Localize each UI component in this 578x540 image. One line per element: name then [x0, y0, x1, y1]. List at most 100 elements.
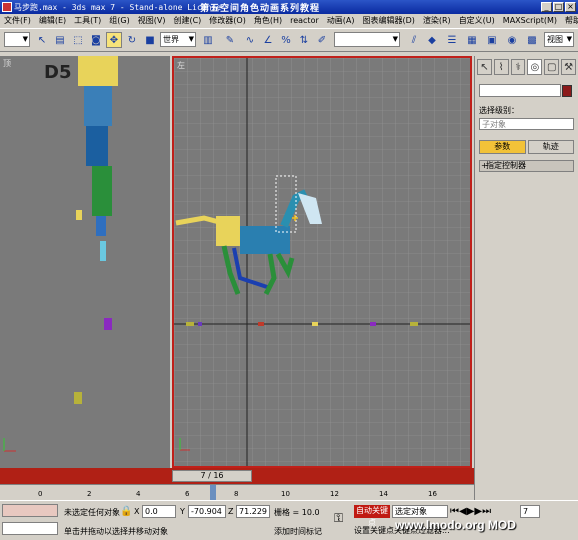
- auto-key-button[interactable]: 自动关键点: [354, 505, 390, 527]
- create-tab-icon[interactable]: ↖: [477, 59, 492, 75]
- maxscript-output-field[interactable]: [2, 522, 58, 535]
- tick-label: 16: [428, 490, 437, 498]
- y-label: Y: [180, 507, 185, 516]
- main-toolbar: ↖ ▤ ⬚ ◙ ✥ ↻ ■ 世界 ▥ ✎ ∿ ∠ % ⇅ ✐ ⫽ ◆ ☰ ▦ ▣…: [0, 28, 578, 52]
- track-marker-5: [370, 322, 376, 326]
- menu-graph-editors[interactable]: 图表编辑器(D): [358, 15, 418, 26]
- menu-help[interactable]: 帮助(H): [561, 15, 578, 26]
- top-bone-leg: [96, 216, 106, 236]
- select-move-icon[interactable]: ✥: [106, 32, 122, 48]
- playback-controls-icon[interactable]: ⏮◀▶▶⏭: [450, 506, 491, 517]
- lock-selection-icon[interactable]: 🔒: [120, 506, 132, 517]
- ref-coord-dropdown[interactable]: 世界: [160, 32, 196, 47]
- tick-label: 14: [379, 490, 388, 498]
- curve-editor-icon[interactable]: ▦: [464, 32, 480, 48]
- menu-group[interactable]: 组(G): [105, 15, 133, 26]
- track-bar[interactable]: 0 2 4 6 8 10 12 14 16: [0, 484, 474, 501]
- left-viewport-active[interactable]: 左: [172, 56, 472, 468]
- top-marker-yellow: [76, 210, 82, 220]
- menu-animation[interactable]: 动画(A): [323, 15, 359, 26]
- x-label: X: [134, 507, 140, 516]
- track-playhead[interactable]: [210, 485, 216, 501]
- motion-tab-icon[interactable]: ◎: [527, 59, 543, 75]
- schematic-icon[interactable]: ▣: [484, 32, 500, 48]
- track-marker-3: [258, 322, 264, 326]
- top-viewport[interactable]: 顶 D5: [0, 56, 170, 468]
- top-bone-yellow: [78, 56, 118, 86]
- set-key-button[interactable]: 设置关键点: [354, 525, 394, 536]
- horse-top-skeleton: [78, 56, 118, 261]
- top-bone-hoof: [100, 241, 106, 261]
- scale-icon[interactable]: ■: [142, 32, 158, 48]
- utilities-tab-icon[interactable]: ⚒: [561, 59, 576, 75]
- select-by-name-icon[interactable]: ▤: [52, 32, 68, 48]
- menu-views[interactable]: 视图(V): [134, 15, 170, 26]
- rotate-icon[interactable]: ↻: [124, 32, 140, 48]
- rect-region-icon[interactable]: ⬚: [70, 32, 86, 48]
- assign-controller-rollout[interactable]: 指定控制器: [479, 160, 574, 172]
- menu-create[interactable]: 创建(C): [169, 15, 205, 26]
- snap-icon[interactable]: ∿: [242, 32, 258, 48]
- prompt-text: 单击并拖动以选择并移动对象: [64, 527, 168, 536]
- parameters-button[interactable]: 参数: [479, 140, 526, 154]
- rib-cage-bone: [240, 226, 290, 254]
- viewport-label-left: 左: [177, 61, 185, 70]
- maxscript-listener-field[interactable]: [2, 504, 58, 517]
- sub-object-value: 子对象: [482, 120, 506, 129]
- hierarchy-tab-icon[interactable]: ⚕: [510, 59, 526, 75]
- modify-tab-icon[interactable]: ⌇: [493, 59, 509, 75]
- y-coord-field[interactable]: -70.904: [188, 505, 226, 518]
- z-coord-field[interactable]: 71.229: [236, 505, 270, 518]
- object-name-field[interactable]: [479, 84, 572, 97]
- key-icon[interactable]: ⚿: [334, 511, 343, 526]
- pivot-icon[interactable]: ▥: [200, 32, 216, 48]
- percent-snap-icon[interactable]: %: [278, 32, 294, 48]
- menu-maxscript[interactable]: MAXScript(M): [499, 16, 561, 25]
- key-filter-select[interactable]: 选定对象: [392, 505, 448, 518]
- menu-edit[interactable]: 编辑(E): [35, 15, 70, 26]
- align-icon[interactable]: ◆: [424, 32, 440, 48]
- trajectories-button[interactable]: 轨迹: [527, 140, 574, 154]
- mirror-icon[interactable]: ⫽: [406, 32, 422, 48]
- tick-label: 6: [185, 490, 190, 498]
- menu-rendering[interactable]: 渲染(R): [419, 15, 455, 26]
- menu-character[interactable]: 角色(H): [250, 15, 286, 26]
- render-view-dropdown[interactable]: 视图: [544, 32, 574, 47]
- track-marker-1: [186, 322, 194, 326]
- spinner-snap-icon[interactable]: ⇅: [296, 32, 312, 48]
- manipulate-icon[interactable]: ✎: [222, 32, 238, 48]
- x-coord-field[interactable]: 0.0: [142, 505, 176, 518]
- close-button[interactable]: ×: [565, 2, 576, 12]
- command-panel-tabs: ↖ ⌇ ⚕ ◎ ▢ ⚒: [475, 56, 578, 78]
- maximize-button[interactable]: □: [553, 2, 564, 12]
- menu-tools[interactable]: 工具(T): [70, 15, 105, 26]
- select-icon[interactable]: ↖: [34, 32, 50, 48]
- add-time-tag[interactable]: 添加时间标记: [274, 526, 322, 537]
- angle-snap-icon[interactable]: ∠: [260, 32, 276, 48]
- sub-object-dropdown[interactable]: 子对象: [479, 118, 574, 130]
- named-sel-edit-icon[interactable]: ✐: [314, 32, 330, 48]
- material-editor-icon[interactable]: ◉: [504, 32, 520, 48]
- selection-filter-dropdown[interactable]: [4, 32, 30, 47]
- window-crossing-icon[interactable]: ◙: [88, 32, 104, 48]
- object-color-swatch[interactable]: [562, 85, 572, 97]
- pelvis-bone: [216, 216, 240, 246]
- select-level-label: 选择级别：: [479, 106, 519, 115]
- menu-reactor[interactable]: reactor: [286, 16, 323, 25]
- menu-file[interactable]: 文件(F): [0, 15, 35, 26]
- time-slider[interactable]: 7 / 16: [172, 470, 252, 482]
- minimize-button[interactable]: _: [541, 2, 552, 12]
- menu-customize[interactable]: 自定义(U): [455, 15, 499, 26]
- menu-modifiers[interactable]: 修改器(O): [205, 15, 250, 26]
- current-frame-field[interactable]: 7: [520, 505, 540, 518]
- tick-label: 0: [38, 490, 43, 498]
- render-scene-icon[interactable]: ▩: [524, 32, 540, 48]
- named-selection-dropdown[interactable]: [334, 32, 400, 47]
- left-viewport-scene: [174, 58, 470, 466]
- track-marker-6: [410, 322, 418, 326]
- display-tab-icon[interactable]: ▢: [544, 59, 560, 75]
- tutorial-title: 第五空间角色动画系列教程: [200, 4, 321, 14]
- tick-label: 2: [87, 490, 92, 498]
- selection-info: 未选定任何对象: [64, 508, 120, 517]
- layer-icon[interactable]: ☰: [444, 32, 460, 48]
